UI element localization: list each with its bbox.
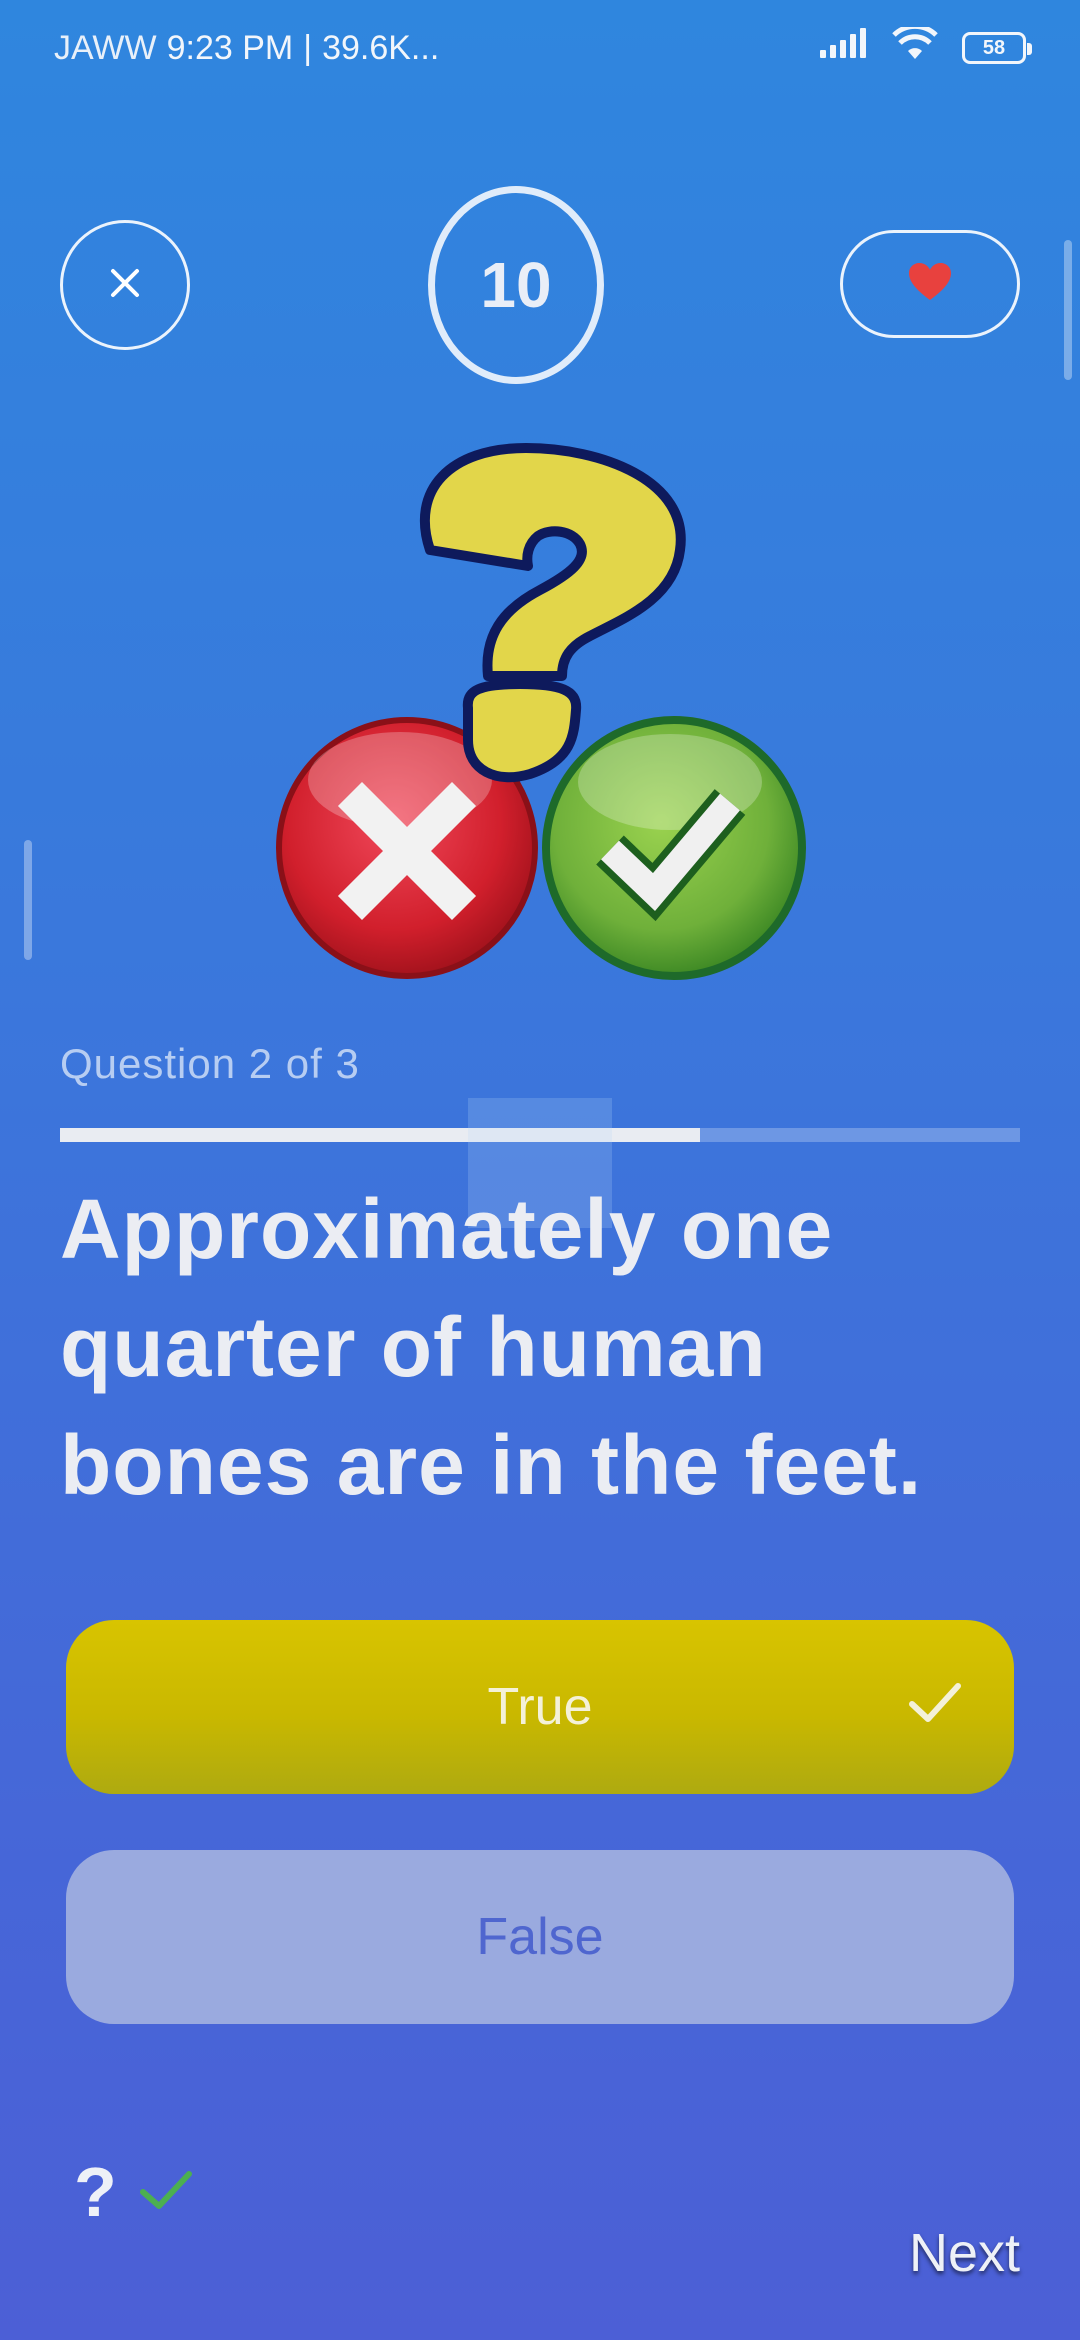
hint-question-mark: ?	[74, 2153, 117, 2231]
answer-false-button[interactable]: False	[66, 1850, 1014, 2024]
heart-icon	[907, 262, 953, 307]
battery-icon: 58	[962, 32, 1032, 64]
quiz-illustration	[270, 440, 810, 980]
question-text: Approximately one quarter of human bones…	[60, 1182, 923, 1512]
status-right: 58	[818, 23, 1032, 70]
timer-value: 10	[480, 249, 552, 321]
signal-icon	[818, 27, 868, 69]
data-rate: 39.6K...	[322, 28, 440, 67]
answer-true-label: True	[487, 1678, 593, 1736]
scroll-indicator	[24, 840, 32, 960]
countdown-timer: 10	[428, 186, 604, 384]
check-icon	[139, 2168, 193, 2217]
carrier-label: JAWW	[54, 28, 157, 67]
scrollbar-thumb[interactable]	[1064, 240, 1072, 380]
wifi-icon	[892, 23, 938, 70]
status-bar: JAWW 9:23 PM | 39.6K... 58	[0, 0, 1080, 96]
next-button[interactable]: Next	[909, 2222, 1020, 2284]
answer-true-button[interactable]: True	[66, 1620, 1014, 1794]
status-left: JAWW 9:23 PM | 39.6K...	[54, 29, 439, 68]
status-separator: |	[303, 28, 313, 67]
answer-false-label: False	[476, 1908, 604, 1966]
close-button[interactable]	[60, 220, 190, 350]
question-counter: Question 2 of 3	[60, 1040, 360, 1087]
selected-check-icon	[908, 1677, 962, 1737]
hint-button[interactable]: ?	[74, 2152, 193, 2232]
close-icon	[107, 265, 143, 306]
clock: 9:23 PM	[166, 28, 294, 67]
lives-button[interactable]	[840, 230, 1020, 338]
battery-level: 58	[982, 36, 1006, 59]
correct-answer-icon	[542, 716, 806, 980]
